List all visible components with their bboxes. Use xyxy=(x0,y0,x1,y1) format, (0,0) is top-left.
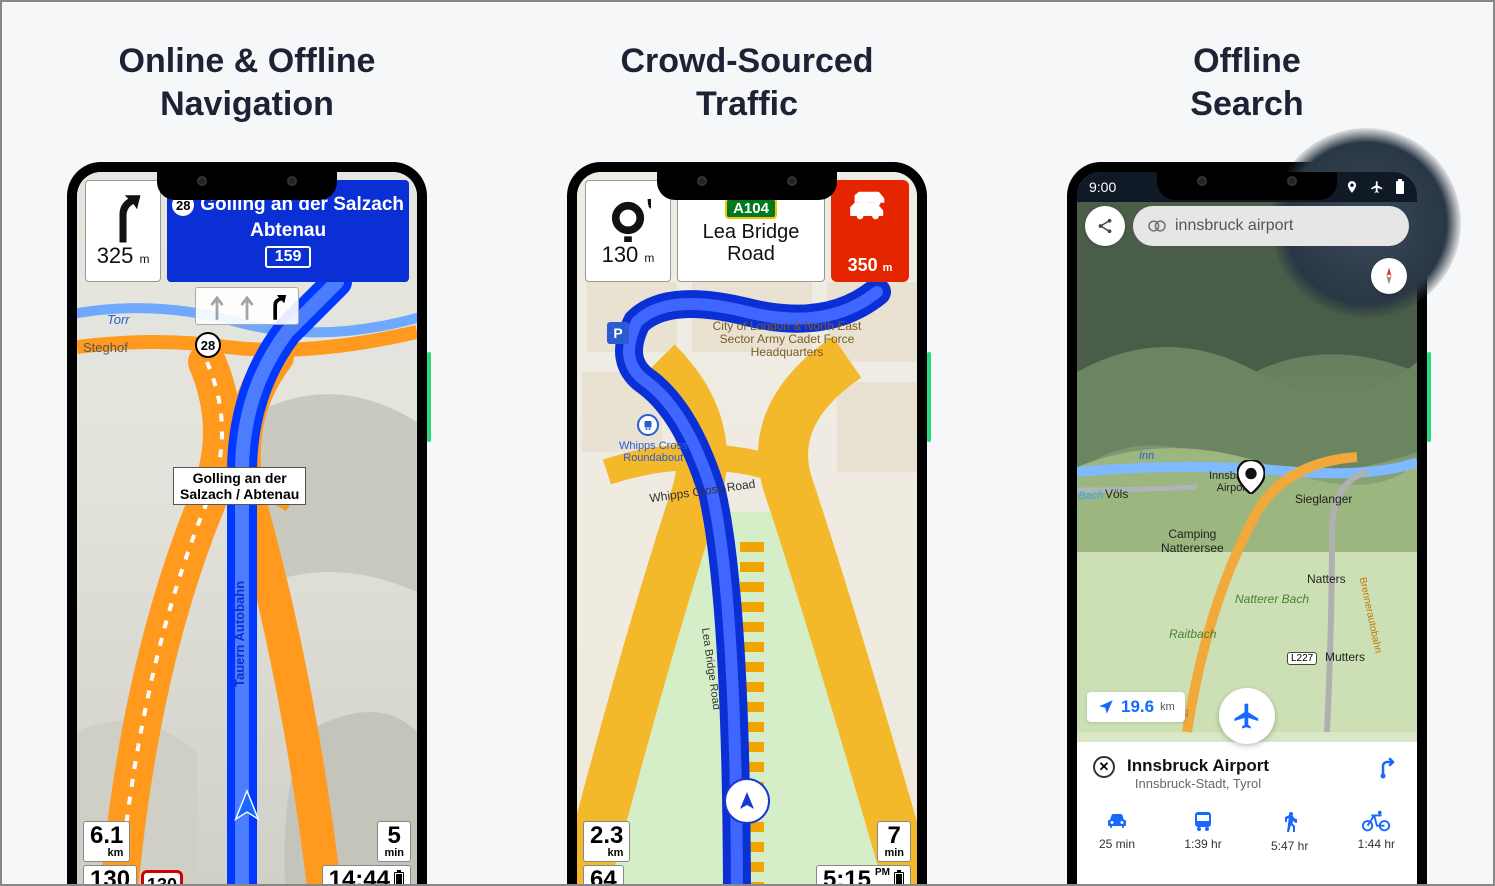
panel-search: OfflineSearch xyxy=(1012,2,1482,125)
trip-stats-bar: 6.1 km 130km/h 130 5 min 14:44 xyxy=(83,821,411,886)
app-store-screenshot-frame: Online & OfflineNavigation xyxy=(0,0,1495,886)
turn-arrow-icon xyxy=(102,193,144,243)
search-input[interactable]: innsbruck airport xyxy=(1133,206,1409,246)
eta-clock: 14:44 xyxy=(322,865,411,886)
result-title: Innsbruck Airport xyxy=(1127,756,1269,776)
current-position-icon xyxy=(724,778,770,824)
battery-icon xyxy=(894,872,904,886)
compass-icon xyxy=(1379,266,1399,286)
airplane-icon xyxy=(1232,701,1262,731)
result-subtitle: Innsbruck-Stadt, Tyrol xyxy=(1127,776,1269,791)
share-button[interactable] xyxy=(1085,206,1125,246)
roundabout-label: Whipps CrossRoundabout xyxy=(619,440,687,464)
current-speed: 64km/h xyxy=(583,865,624,886)
share-icon xyxy=(1096,217,1114,235)
search-query-text: innsbruck airport xyxy=(1175,217,1293,235)
battery-icon xyxy=(394,872,404,886)
nav-arrow-icon xyxy=(1097,698,1115,716)
close-result-button[interactable]: ✕ xyxy=(1093,756,1115,778)
poi-label: Steghof xyxy=(83,340,128,355)
exit-number: 159 xyxy=(265,246,312,268)
bike-icon xyxy=(1361,809,1391,833)
car-icon xyxy=(1103,809,1131,833)
poi-label: Torr xyxy=(107,312,130,327)
trip-stats-bar: 2.3 km 64km/h 7 min 5:15PM xyxy=(583,821,911,886)
bus-stop-icon xyxy=(637,414,659,436)
phone-mockup: Inn r-Bach Völs Sieglanger Natters Natte… xyxy=(1067,162,1427,886)
panel-title: Online & OfflineNavigation xyxy=(12,40,482,125)
highway-name: Tauern Autobahn xyxy=(232,581,247,687)
traffic-alert[interactable]: 350 m xyxy=(831,180,909,282)
remaining-distance: 2.3 km xyxy=(583,821,630,862)
compass-button[interactable] xyxy=(1371,258,1407,294)
lane-straight-icon xyxy=(206,291,228,321)
turn-indicator: 325 m xyxy=(85,180,161,282)
phone-mockup: Torr Steghof 28 Golling an derSalzach / … xyxy=(67,162,427,886)
eta-clock: 5:15PM xyxy=(816,865,911,886)
poi-label: CampingNatterersee xyxy=(1161,527,1224,555)
town-label: Natters xyxy=(1307,572,1346,586)
current-speed: 130km/h xyxy=(83,865,137,886)
town-label: Sieglanger xyxy=(1295,492,1352,506)
bus-icon xyxy=(1189,809,1217,833)
stream-label: Natterer Bach xyxy=(1235,592,1309,606)
transport-modes: 25 min 1:39 hr 5:47 hr 1:44 hr xyxy=(1093,809,1401,853)
start-route-button[interactable] xyxy=(1377,756,1401,785)
mode-walk[interactable]: 5:47 hr xyxy=(1271,809,1308,853)
route-shield: 28 xyxy=(195,332,221,358)
mode-transit[interactable]: 1:39 hr xyxy=(1184,809,1221,853)
exit-label: Golling an derSalzach / Abtenau xyxy=(173,467,306,505)
panel-traffic: Crowd-SourcedTraffic xyxy=(512,2,982,125)
town-label: Mutters xyxy=(1325,650,1365,664)
turn-indicator: 130 m xyxy=(585,180,671,282)
panel-title: Crowd-SourcedTraffic xyxy=(512,40,982,125)
panel-navigation: Online & OfflineNavigation xyxy=(12,2,482,125)
panel-title: OfflineSearch xyxy=(1012,40,1482,125)
category-fab[interactable] xyxy=(1219,688,1275,744)
current-position-icon xyxy=(230,788,264,822)
lane-right-icon xyxy=(266,291,288,321)
stream-label: r-Bach xyxy=(1077,490,1103,502)
search-bar-row: innsbruck airport xyxy=(1085,206,1409,246)
lane-straight-icon xyxy=(236,291,258,321)
mode-car[interactable]: 25 min xyxy=(1099,809,1135,853)
airplane-mode-icon xyxy=(1369,180,1385,194)
route-shield: L227 xyxy=(1287,652,1317,665)
lane-guidance xyxy=(195,287,299,325)
search-category-icon xyxy=(1147,218,1167,234)
poi-label: City of London & North EastSector Army C… xyxy=(707,320,867,360)
road-number-badge: A104 xyxy=(725,198,777,219)
distance-chip[interactable]: 19.6km xyxy=(1087,692,1185,722)
traffic-jam-icon xyxy=(848,186,892,224)
search-result-sheet: ✕ Innsbruck Airport Innsbruck-Stadt, Tyr… xyxy=(1077,742,1417,886)
parking-icon: P xyxy=(607,322,629,344)
roundabout-icon xyxy=(605,194,651,242)
remaining-distance: 6.1 km xyxy=(83,821,130,862)
phone-screen: City of London & North EastSector Army C… xyxy=(577,172,917,886)
phone-screen: Torr Steghof 28 Golling an derSalzach / … xyxy=(77,172,417,886)
phone-mockup: City of London & North EastSector Army C… xyxy=(567,162,927,886)
stream-label: Raitbach xyxy=(1169,627,1216,641)
status-clock: 9:00 xyxy=(1089,179,1116,195)
mode-bike[interactable]: 1:44 hr xyxy=(1358,809,1395,853)
battery-icon xyxy=(1395,179,1405,195)
speed-limit-sign: 130 xyxy=(141,870,183,886)
destination-pin[interactable] xyxy=(1237,460,1265,499)
walk-icon xyxy=(1278,809,1302,835)
route-icon xyxy=(1377,756,1401,780)
location-icon xyxy=(1345,180,1359,194)
eta-minutes: 7 min xyxy=(877,821,911,862)
town-label: Völs xyxy=(1105,487,1128,501)
eta-minutes: 5 min xyxy=(377,821,411,862)
river-label: Inn xyxy=(1139,450,1154,462)
